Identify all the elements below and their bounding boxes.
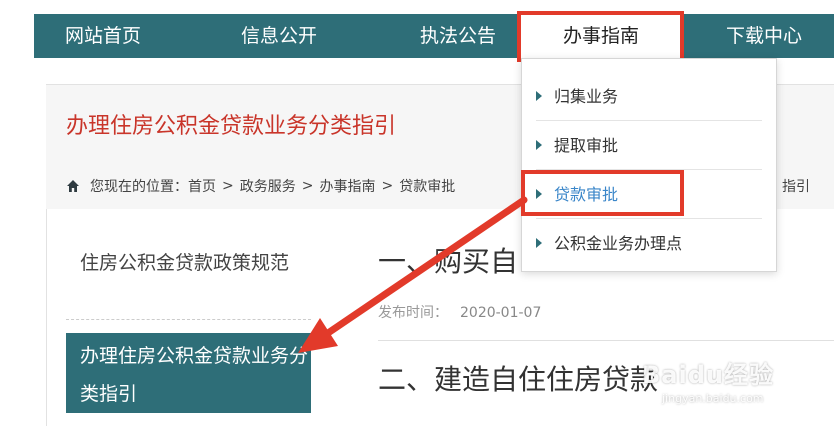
dropdown-item-collection[interactable]: 归集业务 bbox=[536, 72, 762, 121]
sidebar-item-loan-policy[interactable]: 住房公积金贷款政策规范 bbox=[66, 240, 311, 320]
breadcrumb-separator: > bbox=[381, 178, 394, 194]
breadcrumb-item-services[interactable]: 政务服务 bbox=[240, 176, 296, 196]
breadcrumb-separator: > bbox=[301, 178, 314, 194]
dropdown-item-service-points[interactable]: 公积金业务办理点 bbox=[536, 219, 762, 268]
dropdown-item-label: 归集业务 bbox=[554, 87, 619, 106]
publish-date: 2020-01-07 bbox=[460, 305, 542, 321]
service-guide-dropdown: 归集业务 提取审批 贷款审批 公积金业务办理点 bbox=[521, 58, 777, 272]
nav-item-info-disclosure[interactable]: 信息公开 bbox=[194, 14, 364, 58]
publish-info: 发布时间： 2020-01-07 bbox=[378, 302, 541, 322]
sidebar-item-loan-guide[interactable]: 办理住房公积金贷款业务分类指引 bbox=[66, 333, 311, 413]
breadcrumb: 您现在的位置： 首页 > 政务服务 > 办事指南 > 贷款审批 bbox=[66, 176, 455, 196]
nav-item-law-notice[interactable]: 执法公告 bbox=[378, 14, 538, 58]
dropdown-item-withdrawal[interactable]: 提取审批 bbox=[536, 121, 762, 170]
nav-item-home[interactable]: 网站首页 bbox=[34, 14, 172, 58]
nav-item-download-center[interactable]: 下载中心 bbox=[694, 14, 834, 58]
breadcrumb-prefix: 您现在的位置： bbox=[90, 179, 188, 195]
sidebar-item-label: 住房公积金贷款政策规范 bbox=[80, 252, 290, 274]
triangle-right-icon bbox=[536, 140, 542, 150]
sidebar-item-label: 办理住房公积金贷款业务分类指引 bbox=[80, 345, 309, 405]
publish-label: 发布时间： bbox=[378, 305, 448, 321]
triangle-right-icon bbox=[536, 238, 542, 248]
dropdown-highlight-annotation bbox=[521, 170, 684, 216]
article-divider bbox=[378, 340, 834, 341]
breadcrumb-separator: > bbox=[222, 178, 234, 194]
main-navbar: 网站首页 信息公开 执法公告 办事指南 下载中心 bbox=[34, 14, 834, 58]
breadcrumb-item-guide[interactable]: 办事指南 bbox=[319, 176, 375, 196]
triangle-right-icon bbox=[536, 91, 542, 101]
nav-highlight-annotation bbox=[517, 11, 684, 62]
article-title-2[interactable]: 二、建造自住住房贷款 bbox=[378, 358, 658, 398]
article-title-1[interactable]: 一、购买自 bbox=[378, 240, 518, 280]
breadcrumb-tail-fragment: 指引 bbox=[782, 179, 810, 195]
breadcrumb-item-loan[interactable]: 贷款审批 bbox=[399, 176, 455, 196]
dropdown-item-label: 公积金业务办理点 bbox=[554, 234, 683, 253]
dropdown-item-label: 提取审批 bbox=[554, 136, 619, 155]
page-title: 办理住房公积金贷款业务分类指引 bbox=[66, 114, 397, 139]
breadcrumb-item-home[interactable]: 首页 bbox=[188, 176, 216, 196]
home-icon bbox=[67, 180, 79, 192]
